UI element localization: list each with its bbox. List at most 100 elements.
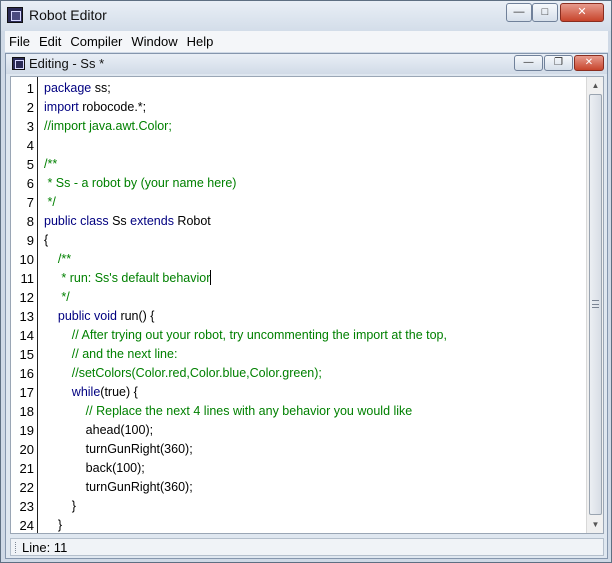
code-text-area[interactable]: package ss; import robocode.*; //import ja… [44,77,584,533]
editing-frame: Editing - Ss * — ❐ ✕ 1 2 3 4 5 6 7 8 9 10 11 12 13 14… [5,53,608,559]
window-title: Robot Editor [29,7,107,23]
menu-bar: File Edit Compiler Window Help [5,31,608,52]
code-comment: //import java.awt.Color; [44,119,172,133]
inner-close-button[interactable]: ✕ [574,55,604,71]
code-line: { [44,231,48,250]
line-number: 14 [19,328,34,343]
code-token: robocode.*; [78,100,147,114]
code-token: Robot [173,214,211,228]
code-comment: /** [44,252,72,266]
status-line-indicator: Line: 11 [22,540,68,555]
line-number: 1 [26,81,34,96]
editing-title-bar[interactable]: Editing - Ss * — ❐ ✕ [6,54,607,74]
minimize-button[interactable]: — [506,3,532,22]
menu-help[interactable]: Help [183,34,219,49]
line-number: 2 [26,100,34,115]
inner-minimize-button[interactable]: — [514,55,543,71]
code-line: package ss; [44,79,111,98]
line-number: 4 [26,138,34,153]
code-token: turnGunRight(360); [44,442,193,456]
code-comment: * run: Ss's default behavior [44,271,211,285]
code-line: /** [44,250,71,269]
code-token: } [44,518,63,532]
code-line: } [44,497,76,516]
code-token: back(100); [44,461,145,475]
code-comment: * Ss - a robot by (your name here) [44,176,237,190]
code-line: // and the next line: [44,345,178,364]
code-keyword: extends [130,214,174,228]
code-line: */ [44,193,56,212]
code-line: * Ss - a robot by (your name here) [44,174,236,193]
code-token: (true) { [100,385,138,399]
line-number: 7 [26,195,34,210]
code-token: } [44,499,76,513]
code-line: /** [44,155,57,174]
code-token: Ss [108,214,131,228]
code-line: turnGunRight(360); [44,440,193,459]
robot-editor-window: Robot Editor — □ ✕ File Edit Compiler Wi… [0,0,612,563]
line-number: 21 [19,461,34,476]
status-bar: Line: 11 [10,538,604,556]
menu-window[interactable]: Window [127,34,182,49]
code-comment: //setColors(Color.red,Color.blue,Color.g… [44,366,322,380]
line-number: 13 [19,309,34,324]
code-comment: */ [44,195,56,209]
code-keyword: public class [44,214,109,228]
code-comment: */ [44,290,70,304]
code-token: { [44,233,49,247]
title-bar[interactable]: Robot Editor — □ ✕ [1,1,611,31]
code-line: // After trying out your robot, try unco… [44,326,447,345]
code-line: } [44,516,63,533]
menu-file[interactable]: File [5,34,35,49]
code-line: import robocode.*; [44,98,146,117]
code-line: //import java.awt.Color; [44,117,172,136]
line-number: 10 [19,252,34,267]
inner-restore-button[interactable]: ❐ [544,55,573,71]
code-keyword: while [71,385,101,399]
scroll-down-arrow-icon[interactable]: ▼ [588,517,603,532]
menu-edit[interactable]: Edit [35,34,66,49]
code-line: turnGunRight(360); [44,478,193,497]
line-number: 22 [19,480,34,495]
status-grip-icon [15,542,17,553]
code-line: ahead(100); [44,421,153,440]
scroll-up-arrow-icon[interactable]: ▲ [588,78,603,93]
vertical-scrollbar[interactable]: ▲ ▼ [586,77,603,533]
line-number: 8 [26,214,34,229]
line-number: 11 [20,271,35,286]
line-number: 3 [26,119,34,134]
app-icon [7,7,23,23]
line-number: 5 [26,157,34,172]
line-number: 15 [19,347,34,362]
line-number: 9 [26,233,34,248]
code-line: back(100); [44,459,145,478]
code-editor[interactable]: 1 2 3 4 5 6 7 8 9 10 11 12 13 14 15 16 17 18 19 20 21 22 23 24 … [10,76,604,534]
code-keyword: public void [44,309,117,323]
text-caret [210,270,212,285]
code-comment: // After trying out your robot, try unco… [44,328,447,342]
editor-document-icon [12,57,25,70]
line-number: 12 [19,290,34,305]
line-number: 6 [26,176,34,191]
code-line: //setColors(Color.red,Color.blue,Color.g… [44,364,322,383]
code-line: // Replace the next 4 lines with any beh… [44,402,413,421]
maximize-button[interactable]: □ [532,3,558,22]
code-line: public void run() { [44,307,155,326]
line-number: 24 [19,518,34,533]
code-line: public class Ss extends Robot [44,212,211,231]
grip-icon [592,300,599,308]
line-number: 18 [19,404,34,419]
line-number: 23 [19,499,34,514]
close-button[interactable]: ✕ [560,3,604,22]
line-number-gutter: 1 2 3 4 5 6 7 8 9 10 11 12 13 14 15 16 17 18 19 20 21 22 23 24 [11,77,38,533]
code-token: run() { [116,309,155,323]
menu-compiler[interactable]: Compiler [66,34,127,49]
line-number: 16 [19,366,34,381]
editing-title: Editing - Ss * [29,56,105,71]
line-number: 17 [19,385,34,400]
code-token: ahead(100); [44,423,154,437]
code-comment: // Replace the next 4 lines with any beh… [44,404,413,418]
code-keyword: package [44,81,92,95]
scrollbar-thumb[interactable] [589,94,602,515]
